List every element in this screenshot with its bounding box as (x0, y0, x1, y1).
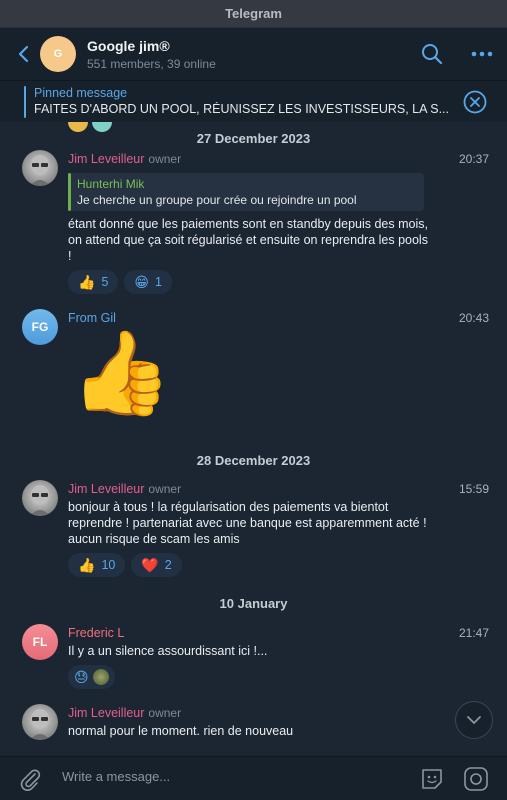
sweat-face-icon: 😓 (74, 668, 89, 685)
grin-icon: 😁 (134, 273, 149, 290)
heart-icon: ❤️ (141, 556, 159, 573)
thumbs-up-icon: 👍 (78, 556, 96, 573)
reaction-chip[interactable]: 😁 1 (124, 270, 172, 294)
date-separator: 10 January (219, 596, 288, 611)
reaction-chip[interactable]: 👍 5 (68, 270, 119, 294)
sender-name-text: Jim Leveilleur (68, 482, 145, 496)
close-circle-icon (463, 90, 487, 114)
reply-accent-bar (68, 173, 71, 211)
reaction-list: 👍 5 😁 1 (68, 270, 172, 294)
message-time: 21:47 (458, 626, 489, 640)
message-item[interactable]: FL Frederic L 21:47 Il y a un silence as… (0, 624, 507, 694)
message-text: normal pour le moment. rien de nouveau (68, 724, 294, 738)
pinned-label: Pinned message (34, 86, 128, 100)
more-button[interactable] (457, 28, 507, 80)
message-time: 20:43 (458, 311, 489, 325)
group-subtitle: 551 members, 39 online (87, 56, 216, 71)
reply-quote[interactable]: Hunterhi Mik Je cherche un groupe pour c… (68, 173, 424, 211)
reaction-avatar-icon (92, 669, 109, 685)
group-avatar[interactable]: G (40, 36, 76, 72)
reaction-chip[interactable]: ❤️ 2 (131, 553, 182, 577)
user-photo-icon (30, 485, 50, 516)
group-avatar-initial: G (53, 48, 63, 60)
date-separator: 27 December 2023 (196, 131, 311, 146)
reaction-count: 10 (101, 558, 116, 572)
video-message-icon (464, 767, 488, 791)
chat-header: G Google jim® 551 members, 39 online (0, 28, 507, 80)
reaction-count: 2 (164, 558, 172, 572)
scroll-to-bottom-button[interactable] (455, 701, 493, 739)
sender-name[interactable]: Jim Leveilleur owner (68, 706, 181, 720)
pinned-close-button[interactable] (463, 90, 487, 119)
role-label: owner (148, 482, 182, 496)
sticker-icon (422, 769, 442, 789)
message-text: étant donné que les paiements sont en st… (68, 217, 428, 263)
reaction-count: 1 (155, 275, 162, 289)
avatar-initials: FG (31, 320, 49, 334)
reaction-list: 👍 10 ❤️ 2 (68, 553, 182, 577)
paperclip-icon (20, 769, 41, 791)
back-button[interactable] (6, 28, 40, 80)
reply-text: Je cherche un groupe pour crée ou rejoin… (77, 193, 357, 207)
search-icon (422, 44, 443, 65)
pinned-accent-bar (24, 86, 26, 118)
message-text: Il y a un silence assourdissant ici !... (68, 644, 268, 658)
window-title: Telegram (225, 6, 282, 21)
message-input[interactable]: Write a message... (62, 769, 170, 784)
sticker-button[interactable] (419, 766, 445, 797)
reaction-list: 😓 (68, 665, 115, 689)
date-separator: 28 December 2023 (196, 453, 311, 468)
message-item[interactable]: Jim Leveilleur owner 15:59 bonjour à tous… (0, 480, 507, 580)
attach-button[interactable] (18, 767, 42, 796)
avatar[interactable] (22, 480, 58, 516)
avatar[interactable]: FG (22, 309, 58, 345)
avatar[interactable] (22, 704, 58, 740)
message-item[interactable]: Jim Leveilleur owner normal pour le momen… (0, 704, 507, 744)
thumbs-up-sticker[interactable]: 👍 (70, 324, 172, 424)
sender-name-text: Jim Leveilleur (68, 152, 145, 166)
sender-name[interactable]: From Gil (68, 311, 116, 325)
sender-name-text: Jim Leveilleur (68, 706, 145, 720)
reply-sender: Hunterhi Mik (77, 177, 145, 191)
pinned-text: FAITES D'ABORD UN POOL, RÉUNISSEZ LES IN… (34, 102, 449, 116)
reaction-count: 5 (101, 275, 109, 289)
chevron-down-icon (467, 716, 481, 724)
window-titlebar: Telegram (0, 0, 507, 28)
message-text: bonjour à tous ! la régularisation des p… (68, 500, 427, 546)
group-name: Google jim® (87, 37, 170, 54)
message-item[interactable]: FG From Gil 20:43 👍 (0, 309, 507, 434)
sender-name[interactable]: Jim Leveilleur owner (68, 482, 181, 496)
search-button[interactable] (407, 28, 457, 80)
reaction-chip[interactable]: 😓 (68, 665, 115, 689)
message-time: 15:59 (458, 482, 489, 496)
message-list[interactable]: 27 December 2023 Jim Leveilleur owner 20:… (0, 122, 507, 756)
sender-name[interactable]: Frederic L (68, 626, 124, 640)
avatar[interactable]: FL (22, 624, 58, 660)
more-dots-icon (471, 51, 493, 57)
group-info[interactable]: Google jim® 551 members, 39 online (87, 38, 216, 71)
message-item[interactable]: Jim Leveilleur owner 20:37 Hunterhi Mik J… (0, 150, 507, 300)
user-photo-icon (30, 709, 50, 740)
role-label: owner (148, 706, 182, 720)
camera-button[interactable] (463, 766, 489, 797)
message-composer: Write a message... (0, 756, 507, 800)
role-label: owner (148, 152, 182, 166)
avatar-initials: FL (32, 635, 48, 649)
thumbs-up-icon: 👍 (78, 273, 96, 290)
pinned-message-bar[interactable]: Pinned message FAITES D'ABORD UN POOL, R… (0, 80, 507, 122)
avatar[interactable] (22, 150, 58, 186)
message-time: 20:37 (458, 152, 489, 166)
chevron-left-icon (18, 45, 29, 63)
sender-name[interactable]: Jim Leveilleur owner (68, 152, 181, 166)
reaction-chip[interactable]: 👍 10 (68, 553, 126, 577)
user-photo-icon (30, 155, 50, 186)
